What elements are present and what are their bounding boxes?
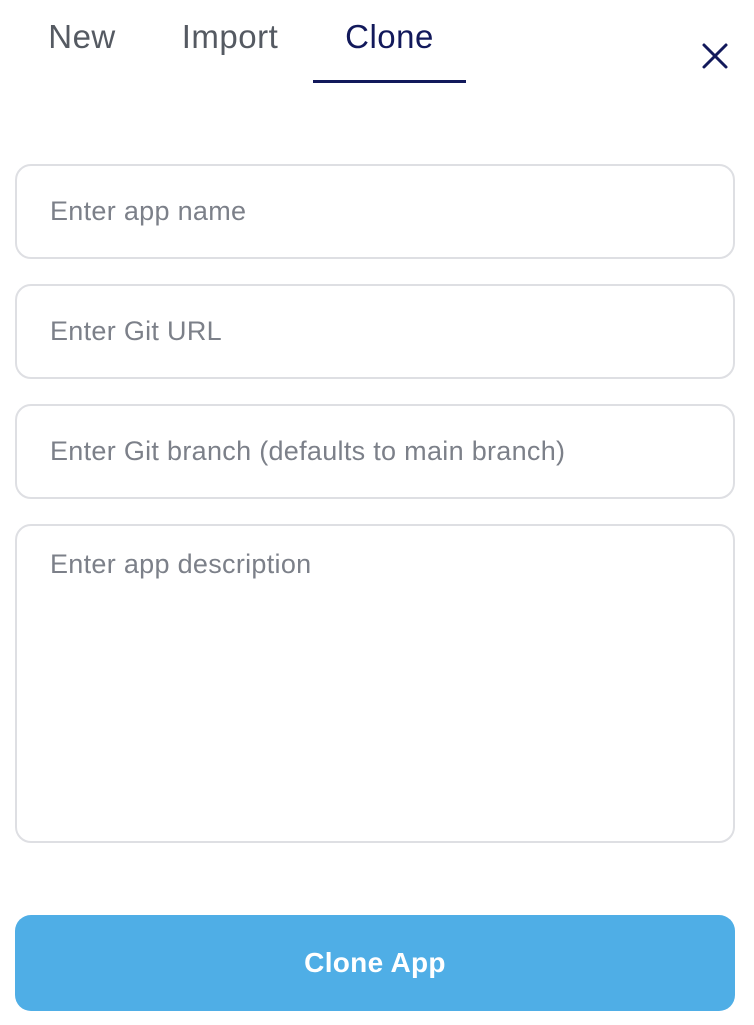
git-url-input[interactable] (15, 284, 735, 379)
close-icon[interactable] (699, 40, 731, 72)
git-branch-input[interactable] (15, 404, 735, 499)
tab-bar: New Import Clone (0, 0, 754, 84)
clone-app-button[interactable]: Clone App (15, 915, 735, 1011)
tab-import[interactable]: Import (160, 0, 300, 80)
clone-app-dialog: New Import Clone Clone App (0, 0, 754, 1025)
app-name-input[interactable] (15, 164, 735, 259)
tab-new[interactable]: New (30, 0, 134, 80)
tab-clone[interactable]: Clone (313, 0, 466, 83)
app-description-textarea[interactable] (15, 524, 735, 843)
